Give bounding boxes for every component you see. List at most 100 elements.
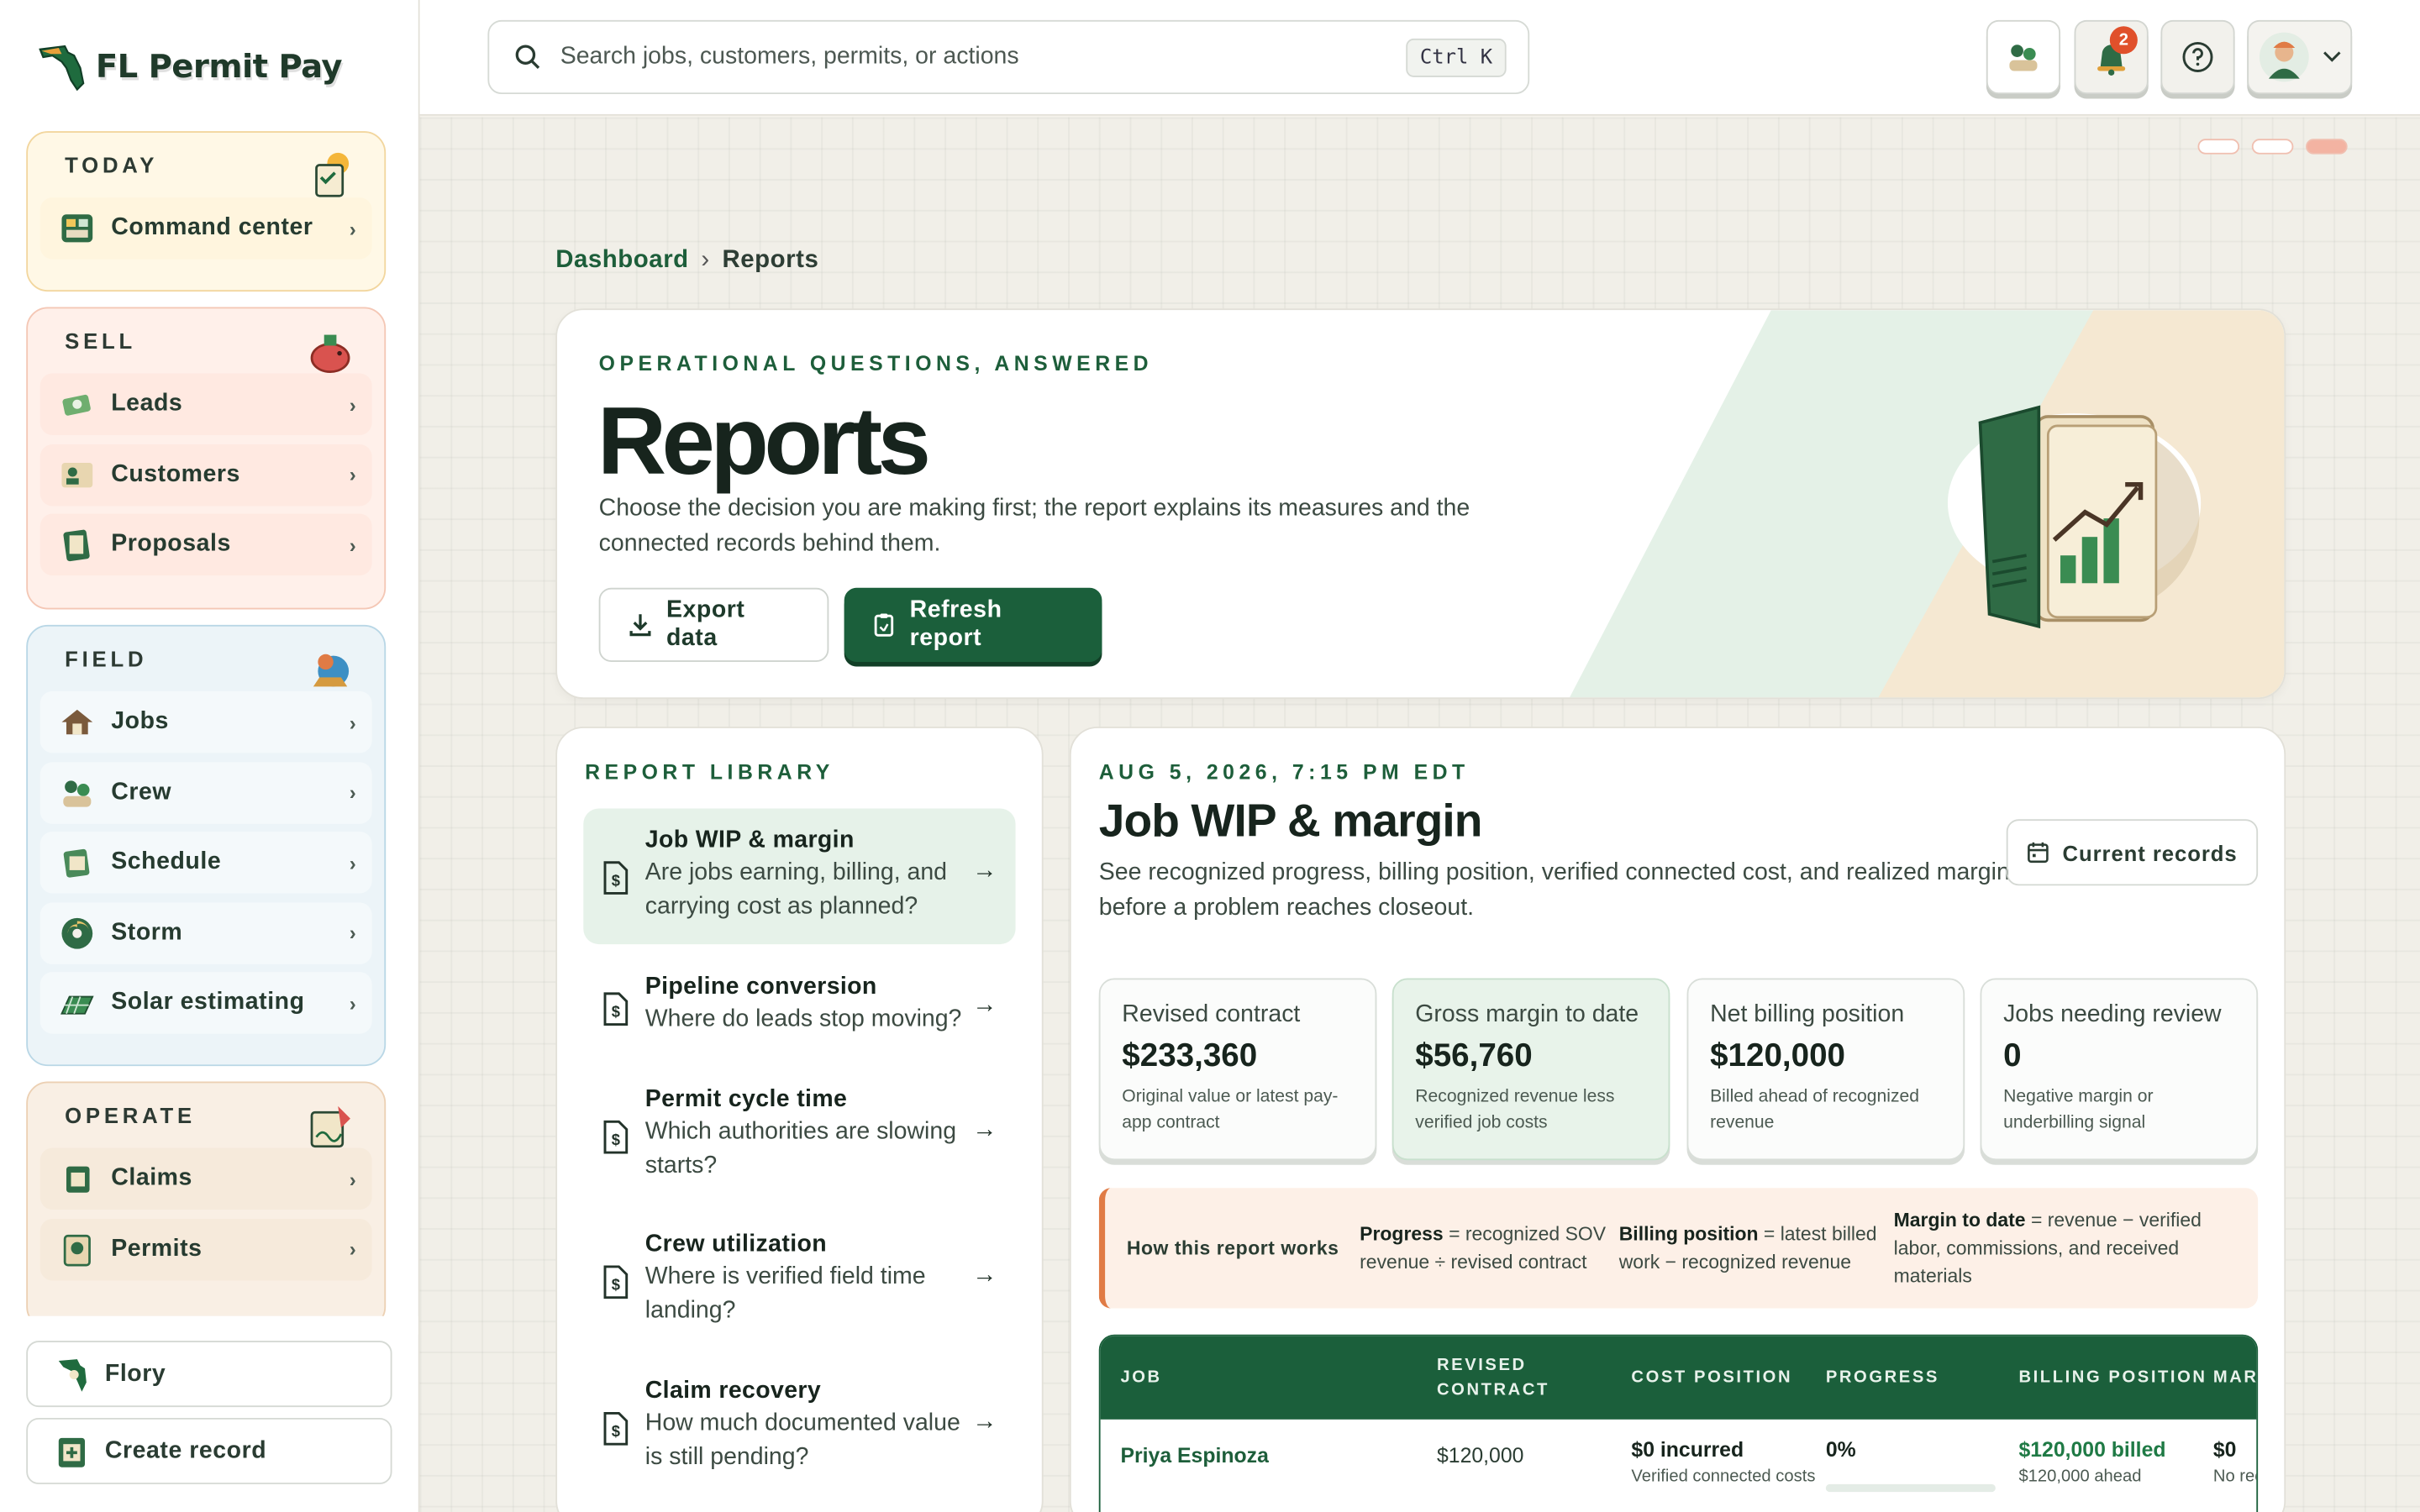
chevron-right-icon: › <box>349 1237 357 1261</box>
brand[interactable]: FL Permit Pay <box>37 40 343 92</box>
view-toggle[interactable] <box>2197 139 2348 155</box>
flory-button[interactable]: Flory <box>26 1341 392 1408</box>
hero-eyebrow: OPERATIONAL QUESTIONS, ANSWERED <box>598 351 1154 375</box>
notification-badge: 2 <box>2109 26 2138 55</box>
kpi-value: 0 <box>2003 1038 2022 1074</box>
proposals-icon <box>63 529 90 562</box>
chevron-right-icon: › <box>349 1167 357 1191</box>
clipboard-sun-icon <box>315 152 350 197</box>
report-item-title: Crew utilization <box>644 1231 827 1257</box>
create-record-icon <box>58 1436 86 1467</box>
arrow-right-icon: → <box>972 1262 997 1289</box>
sidebar-item-storm[interactable]: Storm › <box>39 901 372 964</box>
kpi-value: $56,760 <box>1415 1038 1533 1074</box>
kpi-net-billing-position: Net billing position $120,000 Billed ahe… <box>1686 978 1965 1161</box>
view-toggle-1[interactable] <box>2197 139 2240 155</box>
crew-switcher-button[interactable] <box>1986 19 2061 95</box>
arrow-right-icon: → <box>972 992 997 1019</box>
crew-icon <box>2009 45 2038 71</box>
report-item-question: Which authorities are slowing starts? <box>644 1118 957 1179</box>
column-header-job[interactable]: JOB <box>1120 1336 1161 1420</box>
search-placeholder: Search jobs, customers, permits, or acti… <box>560 43 1019 70</box>
progress-bar <box>1825 1483 1996 1493</box>
breadcrumb: Dashboard › Reports <box>555 247 818 275</box>
export-data-button[interactable]: Export data <box>598 587 829 662</box>
sidebar-item-command-center[interactable]: Command center › <box>39 197 372 260</box>
sidebar-item-label: Proposals <box>111 530 231 558</box>
sidebar-item-customers[interactable]: Customers › <box>39 444 372 506</box>
report-item-question: Where is verified field time landing? <box>644 1263 926 1323</box>
help-button[interactable] <box>2160 19 2235 95</box>
current-records-label: Current records <box>2062 840 2238 865</box>
column-header-margin[interactable]: MARGIN <box>2213 1336 2256 1420</box>
column-header-revised-contract[interactable]: REVISED CONTRACT <box>1437 1336 1591 1420</box>
refresh-label: Refresh report <box>909 596 1002 652</box>
notifications-button[interactable]: 2 <box>2074 19 2149 95</box>
breadcrumb-current: Reports <box>722 246 819 274</box>
arrow-right-icon: → <box>972 1116 997 1144</box>
column-header-billing-position[interactable]: BILLING POSITION <box>2018 1336 2207 1420</box>
sidebar-item-claims[interactable]: Claims › <box>39 1147 372 1210</box>
view-toggle-3[interactable] <box>2306 139 2348 155</box>
search-input[interactable]: Search jobs, customers, permits, or acti… <box>487 19 1530 95</box>
sidebar-item-label: Claims <box>111 1164 192 1191</box>
calendar-icon <box>63 848 90 878</box>
house-icon <box>61 709 93 735</box>
create-record-button[interactable]: Create record <box>26 1417 392 1484</box>
arrow-right-icon: → <box>972 858 997 885</box>
shortcut-hint: Ctrl K <box>1406 37 1507 76</box>
sidebar-item-label: Crew <box>111 778 172 805</box>
hero-description: Choose the decision you are making first… <box>598 495 1470 558</box>
breadcrumb-separator: › <box>701 246 710 274</box>
sidebar-item-solar-estimating[interactable]: Solar estimating › <box>39 972 372 1034</box>
report-timestamp: AUG 5, 2026, 7:15 PM EDT <box>1098 760 1470 785</box>
table-header: JOB REVISED CONTRACT COST POSITION PROGR… <box>1100 1336 2257 1420</box>
svg-text:$: $ <box>612 1131 620 1148</box>
job-link[interactable]: Priya Espinoza <box>1120 1444 1268 1467</box>
help-icon <box>2182 41 2213 72</box>
reports-hero: OPERATIONAL QUESTIONS, ANSWERED Reports … <box>555 308 2286 700</box>
wip-table: JOB REVISED CONTRACT COST POSITION PROGR… <box>1098 1334 2259 1512</box>
report-title: Job WIP & margin <box>1098 795 1483 848</box>
report-item-job-wip[interactable]: $ Job WIP & margin Are jobs earning, bill… <box>583 808 1016 945</box>
report-description: See recognized progress, billing positio… <box>1098 859 2010 921</box>
field-globe-icon <box>313 654 350 687</box>
sidebar-item-label: Storm <box>111 918 183 945</box>
sidebar-item-jobs[interactable]: Jobs › <box>39 690 372 753</box>
brand-name: FL Permit Pay <box>95 47 343 86</box>
page-title: Reports <box>597 388 931 496</box>
view-toggle-2[interactable] <box>2251 139 2294 155</box>
sidebar-item-leads[interactable]: Leads › <box>39 373 372 435</box>
user-menu[interactable] <box>2247 19 2353 95</box>
sidebar-item-permits[interactable]: Permits › <box>39 1218 372 1280</box>
sidebar-item-label: Jobs <box>111 708 169 735</box>
report-document-icon: $ <box>603 861 629 895</box>
kpi-value: $120,000 <box>1710 1038 1845 1074</box>
export-label: Export data <box>666 596 745 652</box>
how-billing: Billing position = latest billed work − … <box>1618 1223 1877 1273</box>
chevron-right-icon: › <box>349 533 357 557</box>
kpi-subtext: Original value or latest pay-app contrac… <box>1122 1087 1339 1133</box>
breadcrumb-dashboard-link[interactable]: Dashboard <box>555 247 688 273</box>
sidebar-item-label: Leads <box>111 390 183 417</box>
report-item-permit-cycle-time[interactable]: $ Permit cycle time Which authorities are… <box>583 1068 1015 1204</box>
refresh-report-button[interactable]: Refresh report <box>844 587 1102 662</box>
current-records-button[interactable]: Current records <box>2006 819 2259 886</box>
sidebar-item-crew[interactable]: Crew › <box>39 761 372 823</box>
main-content: Dashboard › Reports OPERATIONAL QUESTIONS,… <box>419 117 2420 1512</box>
column-header-cost-position[interactable]: COST POSITION <box>1631 1336 1792 1420</box>
progress-cell: 0% <box>1825 1437 1856 1462</box>
sidebar-item-schedule[interactable]: Schedule › <box>39 831 372 894</box>
flory-label: Flory <box>104 1360 166 1387</box>
hurricane-icon <box>61 916 93 948</box>
report-item-crew-utilization[interactable]: $ Crew utilization Where is verified fiel… <box>583 1213 1015 1349</box>
sidebar-item-proposals[interactable]: Proposals › <box>39 513 372 576</box>
column-header-progress[interactable]: PROGRESS <box>1826 1336 1939 1420</box>
avatar <box>2259 32 2309 82</box>
sidebar-item-label: Permits <box>111 1235 203 1262</box>
report-item-claim-recovery[interactable]: $ Claim recovery How much documented valu… <box>583 1359 1015 1495</box>
topbar: Search jobs, customers, permits, or acti… <box>419 0 2420 116</box>
report-item-question: Are jobs earning, billing, and carrying … <box>644 859 948 919</box>
signature-pen-icon <box>310 1105 350 1148</box>
report-item-pipeline-conversion[interactable]: $ Pipeline conversion Where do leads stop… <box>583 955 1015 1057</box>
